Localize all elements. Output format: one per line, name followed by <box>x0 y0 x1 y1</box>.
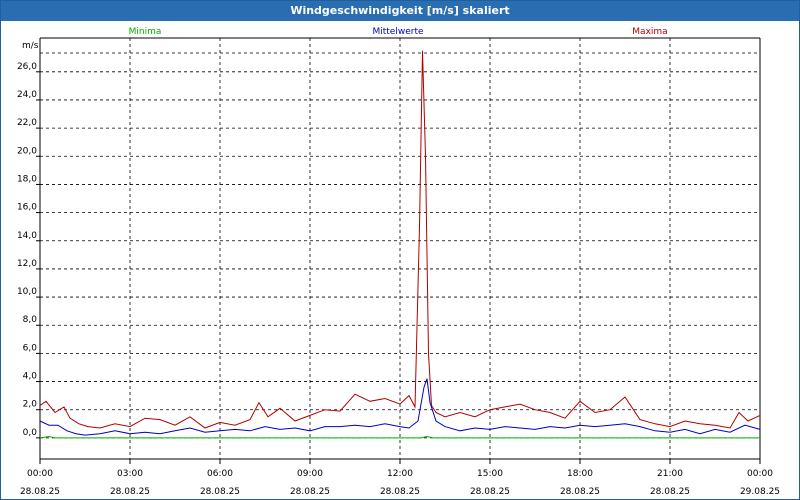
x-tick-time-label: 12:00 <box>387 469 413 479</box>
wind-speed-chart: 0,0 2,0 4,0 6,0 8,0 10,0 12,0 14,0 16,0 18,0 20,0 2… <box>17 27 780 497</box>
x-tick-date-label: 28.08.25 <box>200 487 240 497</box>
y-axis-unit-label: m/s <box>22 41 39 51</box>
y-tick-label: 0,0 <box>23 428 38 438</box>
y-tick-label: 14,0 <box>17 231 37 241</box>
y-tick-label: 16,0 <box>17 203 37 213</box>
x-tick-time-label: 15:00 <box>477 469 503 479</box>
x-tick-time-label: 09:00 <box>297 469 323 479</box>
x-tick-time-label: 00:00 <box>27 469 53 479</box>
y-tick-label: 8,0 <box>23 315 38 325</box>
x-tick-date-label: 28.08.25 <box>20 487 60 497</box>
y-tick-label: 18,0 <box>17 174 37 184</box>
series-line-maxima <box>39 50 761 429</box>
x-tick-time-label: 18:00 <box>567 469 593 479</box>
x-tick-time-label: 00:00 <box>747 469 773 479</box>
y-tick-label: 12,0 <box>17 259 37 269</box>
x-tick-time-label: 06:00 <box>207 469 233 479</box>
y-tick-label: 26,0 <box>17 62 37 72</box>
x-tick-date-label: 28.08.25 <box>470 487 510 497</box>
x-tick-date-label: 29.08.25 <box>740 487 780 497</box>
legend: Minima Mittelwerte Maxima <box>129 27 668 37</box>
x-tick-date-label: 28.08.25 <box>650 487 690 497</box>
x-tick-date-label: 28.08.25 <box>560 487 600 497</box>
y-tick-label: 2,0 <box>23 400 38 410</box>
y-tick-label: 22,0 <box>17 118 37 128</box>
axes: 0,0 2,0 4,0 6,0 8,0 10,0 12,0 14,0 16,0 18,0 20,0 2… <box>17 37 780 497</box>
x-tick-date-label: 28.08.25 <box>110 487 150 497</box>
legend-item: Minima <box>129 27 162 37</box>
y-tick-label: 6,0 <box>23 343 38 353</box>
x-tick-date-label: 28.08.25 <box>290 487 330 497</box>
y-tick-label: 4,0 <box>23 372 38 382</box>
legend-item: Mittelwerte <box>372 27 423 37</box>
legend-item: Maxima <box>632 27 667 37</box>
x-tick-date-label: 28.08.25 <box>380 487 420 497</box>
y-tick-label: 20,0 <box>17 146 37 156</box>
grid <box>40 38 760 459</box>
y-tick-label: 10,0 <box>17 287 37 297</box>
y-tick-label: 24,0 <box>17 90 37 100</box>
x-tick-time-label: 03:00 <box>117 469 143 479</box>
x-tick-time-label: 21:00 <box>657 469 683 479</box>
